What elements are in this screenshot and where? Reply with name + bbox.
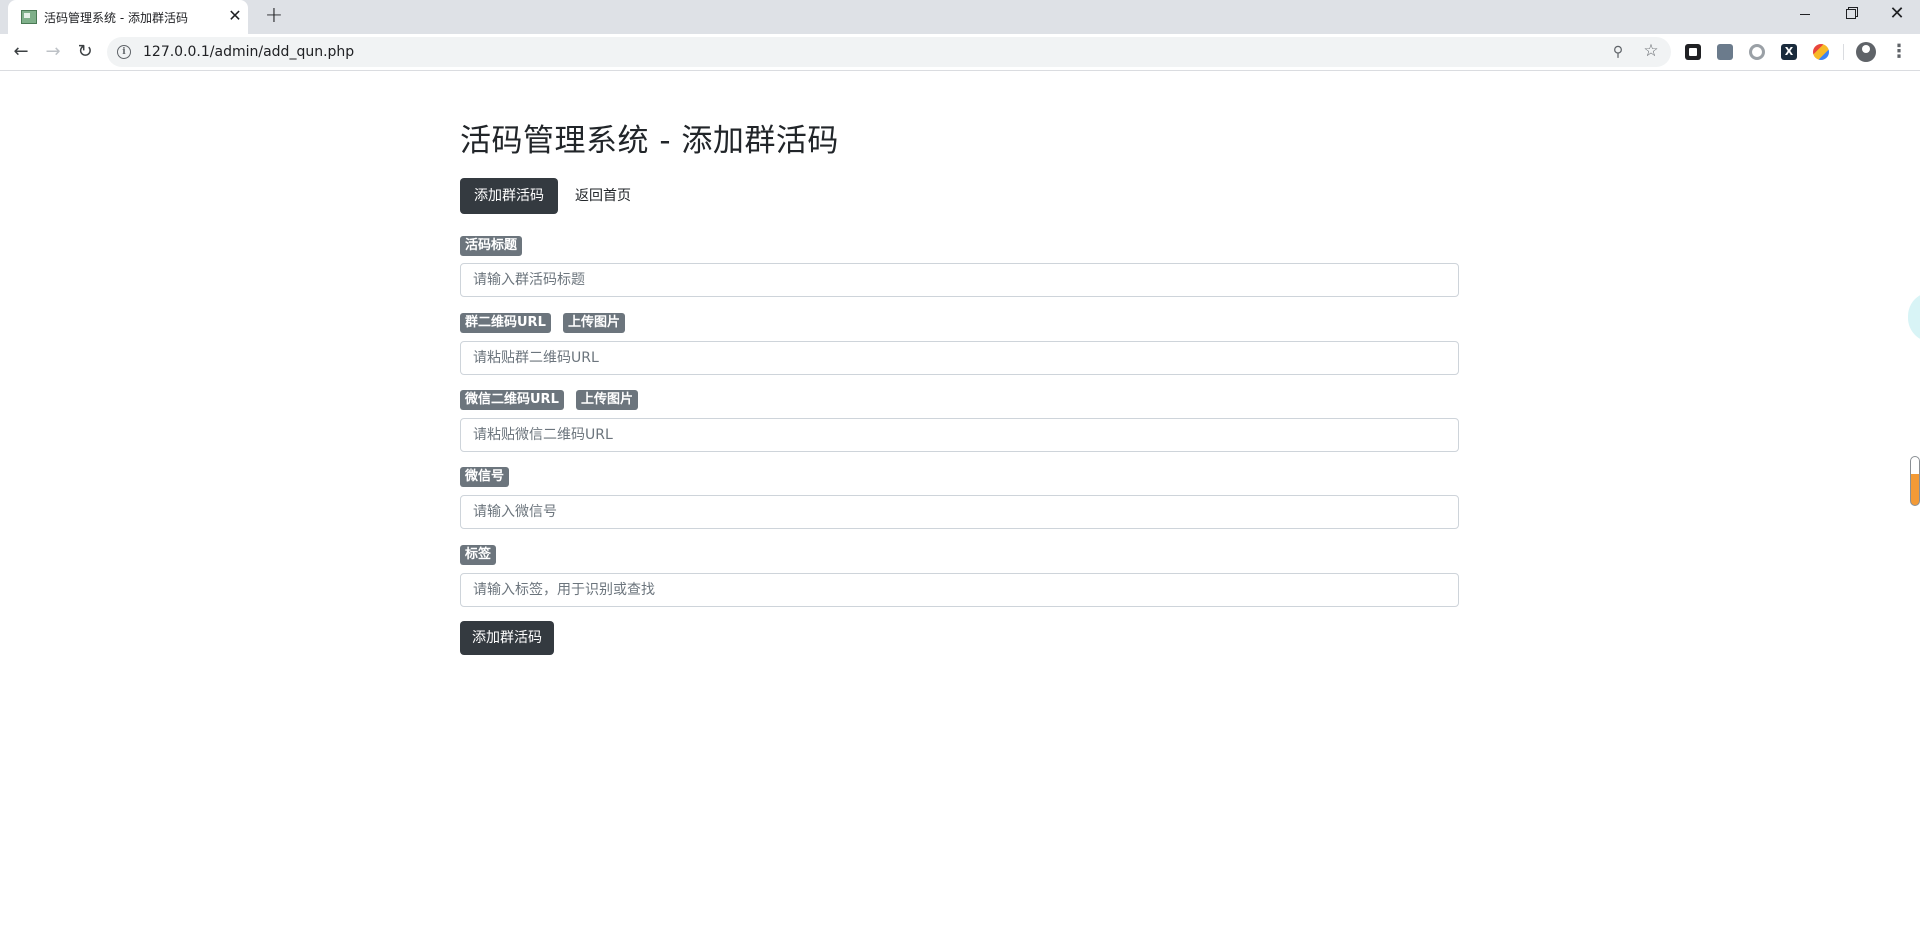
address-bar[interactable]: i 127.0.0.1/admin/add_qun.php ⚲ ☆ — [107, 37, 1671, 67]
reload-icon[interactable]: ↻ — [73, 40, 97, 64]
close-tab-icon[interactable]: ✕ — [226, 7, 244, 25]
title-label-badge: 活码标题 — [460, 236, 523, 256]
new-tab-button[interactable]: + — [262, 5, 286, 29]
extension-icon[interactable] — [1813, 44, 1829, 60]
side-scroll-indicator[interactable] — [1910, 456, 1920, 506]
browser-tab[interactable]: 活码管理系统 - 添加群活码 ✕ — [8, 0, 248, 34]
floating-side-widget[interactable] — [1908, 292, 1920, 342]
title-input[interactable] — [460, 263, 1459, 297]
favicon-icon — [21, 10, 37, 24]
toolbar-divider — [1843, 44, 1844, 60]
browser-toolbar: ← → ↻ i 127.0.0.1/admin/add_qun.php ⚲ ☆ … — [0, 34, 1920, 71]
group-qr-url-input[interactable] — [460, 341, 1459, 375]
browser-tabstrip: 活码管理系统 - 添加群活码 ✕ + ✕ — [0, 0, 1920, 34]
bookmark-star-icon[interactable]: ☆ — [1641, 41, 1661, 61]
site-info-icon[interactable]: i — [117, 45, 131, 59]
home-link[interactable]: 返回首页 — [575, 178, 631, 214]
wechat-qr-url-input[interactable] — [460, 418, 1459, 452]
kebab-menu-icon[interactable]: ⋮ — [1890, 40, 1908, 64]
profile-avatar-icon[interactable] — [1856, 42, 1876, 62]
extension-icon[interactable] — [1685, 44, 1701, 60]
add-qun-nav-button[interactable]: 添加群活码 — [460, 178, 558, 214]
tag-input[interactable] — [460, 573, 1459, 607]
submit-add-qun-button[interactable]: 添加群活码 — [460, 621, 554, 655]
zoom-icon[interactable]: ⚲ — [1609, 43, 1627, 61]
url-text[interactable]: 127.0.0.1/admin/add_qun.php — [143, 44, 354, 60]
wechat-id-label-badge: 微信号 — [460, 467, 510, 487]
restore-icon — [1846, 9, 1856, 19]
extension-icon[interactable] — [1749, 44, 1765, 60]
tag-label-badge: 标签 — [460, 545, 497, 565]
extension-x-icon[interactable]: X — [1781, 44, 1797, 60]
restore-button[interactable] — [1828, 0, 1874, 30]
forward-arrow-icon[interactable]: → — [41, 40, 65, 64]
wechat-id-input[interactable] — [460, 495, 1459, 529]
tab-title: 活码管理系统 - 添加群活码 — [44, 11, 188, 25]
wechat-qr-label-badge: 微信二维码URL — [460, 390, 564, 410]
minimize-icon — [1800, 13, 1810, 15]
extension-icon[interactable] — [1717, 44, 1733, 60]
group-qr-label-badge: 群二维码URL — [460, 313, 551, 333]
wechat-qr-upload-button[interactable]: 上传图片 — [576, 390, 639, 410]
page-title: 活码管理系统 - 添加群活码 — [460, 123, 839, 159]
minimize-button[interactable] — [1782, 0, 1828, 30]
group-qr-upload-button[interactable]: 上传图片 — [563, 313, 626, 333]
back-arrow-icon[interactable]: ← — [9, 40, 33, 64]
window-close-button[interactable]: ✕ — [1874, 0, 1920, 30]
